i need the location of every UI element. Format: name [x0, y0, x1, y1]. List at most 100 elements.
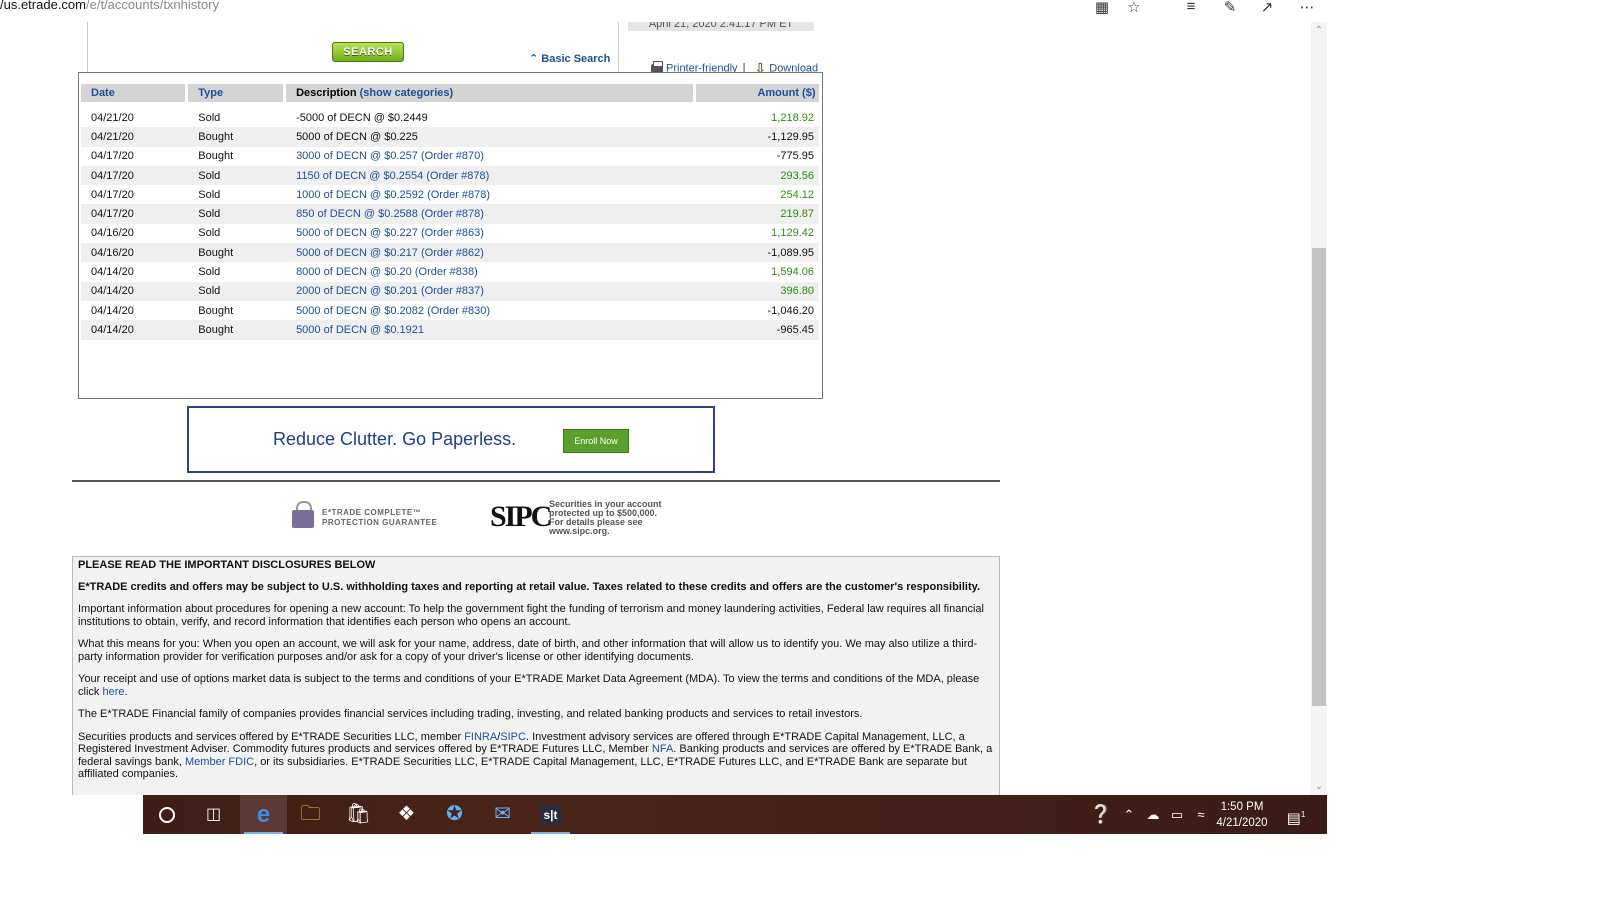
action-center-icon[interactable]: ▤1	[1283, 795, 1309, 834]
transaction-amount: 1,218.92	[771, 111, 814, 124]
transaction-date: 04/14/20	[81, 281, 187, 301]
st-app-icon[interactable]: s|t	[527, 795, 574, 834]
favorites-list-icon[interactable]: ≡	[1181, 0, 1201, 15]
sipc-link[interactable]: SIPC	[500, 731, 526, 743]
help-question-icon[interactable]: ❔	[1088, 795, 1114, 834]
taskbar-blank-area	[0, 795, 143, 834]
transaction-type: Sold	[186, 281, 285, 301]
paperless-message: Reduce Clutter. Go Paperless.	[273, 429, 517, 449]
transaction-description: 5000 of DECN @ $0.225	[284, 127, 695, 147]
onedrive-cloud-icon[interactable]: ☁	[1143, 795, 1163, 834]
transaction-amount: 254.12	[780, 188, 814, 201]
taskbar-clock[interactable]: 1:50 PM 4/21/2020	[1212, 799, 1272, 831]
transaction-rows: 04/21/20 Sold -5000 of DECN @ $0.2449 1,218…	[81, 102, 819, 340]
annotate-pen-icon[interactable]: ✎	[1220, 0, 1240, 16]
disclosure-market-data: Your receipt and use of options market d…	[78, 673, 980, 698]
transaction-description[interactable]: 850 of DECN @ $0.2588 (Order #878)	[284, 204, 695, 224]
task-view-icon[interactable]: ◫	[190, 795, 237, 834]
show-categories-link[interactable]: (show categories)	[360, 87, 454, 99]
scrollbar-thumb[interactable]	[1312, 248, 1326, 706]
securities-text-a: Securities products and services offered…	[78, 730, 462, 743]
finra-link[interactable]: FINRA	[464, 731, 497, 743]
transaction-type: Bought	[186, 243, 285, 263]
transaction-description[interactable]: 5000 of DECN @ $0.227 (Order #863)	[285, 224, 695, 243]
transaction-date: 04/16/20	[91, 227, 134, 240]
transaction-date: 04/14/20	[81, 320, 187, 340]
disclosure-identification: What this means for you: When you open a…	[78, 638, 978, 663]
transaction-description[interactable]: 5000 of DECN @ $0.217 (Order #862)	[284, 243, 695, 263]
transaction-type: Sold	[198, 266, 221, 279]
protection-guarantee-logo: E*TRADE COMPLETE™ PROTECTION GUARANTEE	[292, 499, 452, 531]
disclosure-credits: E*TRADE credits and offers may be subjec…	[78, 580, 980, 593]
url-field[interactable]: /us.etrade.com/e/t/accounts/txnhistory	[0, 0, 219, 12]
transaction-description[interactable]: 3000 of DECN @ $0.257 (Order #870)	[285, 147, 695, 166]
description-header-label: Description	[296, 87, 357, 99]
scroll-down-arrow-icon[interactable]: ⌄	[1311, 780, 1327, 794]
transaction-description[interactable]: 5000 of DECN @ $0.2082 (Order #830)	[285, 301, 695, 320]
more-menu-icon[interactable]: ⋯	[1297, 0, 1317, 16]
table-row: 04/17/20 Bought 3000 of DECN @ $0.257 (Ord…	[81, 147, 819, 166]
disclosure-account-opening: Important information about procedures f…	[78, 603, 984, 628]
member-fdic-link[interactable]: Member FDIC	[185, 756, 254, 768]
transaction-type: Sold	[186, 204, 285, 224]
show-hidden-icons-chevron-icon[interactable]: ⌃	[1120, 795, 1138, 834]
lightning-app-icon[interactable]: ✪	[431, 795, 478, 834]
sipc-logo[interactable]: SIPC Securities in your account protecte…	[490, 498, 690, 538]
date-column-header[interactable]: Date	[81, 84, 189, 102]
guarantee-line-1: E*TRADE COMPLETE™	[322, 508, 422, 517]
transaction-type: Bought	[198, 150, 234, 163]
browser-address-bar: /us.etrade.com/e/t/accounts/txnhistory ▦…	[0, 0, 1327, 22]
cortana-circle-icon[interactable]	[143, 795, 190, 834]
transaction-amount: 293.56	[694, 165, 819, 186]
wifi-icon[interactable]: ≈	[1192, 795, 1210, 834]
table-row: 04/16/20 Sold 5000 of DECN @ $0.227 (Order…	[81, 224, 819, 243]
transaction-date: 04/14/20	[91, 304, 134, 317]
transaction-type: Bought	[198, 304, 234, 317]
transaction-amount: -1,129.95	[694, 127, 819, 147]
section-divider	[72, 480, 1000, 482]
transaction-date: 04/16/20	[81, 243, 187, 263]
share-icon[interactable]: ↗	[1257, 0, 1277, 16]
disclosure-securities: Securities products and services offered…	[78, 731, 993, 781]
favorite-star-icon[interactable]: ☆	[1124, 0, 1144, 16]
transaction-description[interactable]: 8000 of DECN @ $0.20 (Order #838)	[285, 262, 695, 281]
url-domain: /us.etrade.com	[0, 0, 86, 12]
padlock-icon	[292, 501, 314, 528]
type-column-header[interactable]: Type	[186, 84, 287, 102]
transaction-amount: -1,089.95	[694, 243, 819, 263]
advanced-search-panel: SEARCH ⌃ Basic Search	[87, 22, 619, 75]
scroll-up-arrow-icon[interactable]: ⌃	[1311, 24, 1327, 38]
transaction-amount: 1,129.42	[771, 227, 814, 240]
enroll-now-button[interactable]: Enroll Now	[563, 429, 629, 453]
file-explorer-icon[interactable]: 🗀	[287, 795, 334, 834]
url-path: /e/t/accounts/txnhistory	[86, 0, 219, 12]
transaction-description[interactable]: 1000 of DECN @ $0.2592 (Order #878)	[285, 185, 695, 204]
st-app-label: s|t	[539, 804, 562, 825]
transaction-table: Date Type Description (show categories) …	[81, 84, 820, 340]
transaction-date: 04/21/20	[91, 111, 134, 124]
nfa-link[interactable]: NFA	[652, 743, 673, 755]
notification-count: 1	[1300, 810, 1306, 819]
mail-envelope-icon[interactable]: ✉	[479, 795, 526, 834]
transaction-amount: 1,594.06	[771, 266, 814, 279]
mda-here-link[interactable]: here	[102, 686, 124, 698]
basic-search-link[interactable]: ⌃ Basic Search	[529, 52, 610, 65]
edge-browser-icon[interactable]: e	[240, 795, 287, 834]
transaction-description[interactable]: 5000 of DECN @ $0.1921	[284, 320, 695, 340]
as-of-timestamp: April 21, 2020 2:41:17 PM ET	[628, 22, 814, 31]
search-button[interactable]: SEARCH	[332, 42, 404, 62]
battery-icon[interactable]: ▭	[1167, 795, 1187, 834]
description-column-header: Description (show categories)	[284, 84, 697, 102]
guarantee-text: E*TRADE COMPLETE™ PROTECTION GUARANTEE	[322, 508, 437, 528]
table-row: 04/17/20 Sold 1000 of DECN @ $0.2592 (Orde…	[81, 185, 819, 204]
transaction-date: 04/17/20	[81, 204, 187, 224]
dropbox-icon[interactable]: ❖	[383, 795, 430, 834]
transaction-date: 04/21/20	[81, 127, 187, 147]
transaction-description[interactable]: 2000 of DECN @ $0.201 (Order #837)	[284, 281, 695, 301]
market-data-text: Your receipt and use of options market d…	[78, 673, 980, 698]
reading-view-icon[interactable]: ▦	[1092, 0, 1112, 16]
transaction-amount: -775.95	[776, 150, 814, 163]
transaction-description[interactable]: 1150 of DECN @ $0.2554 (Order #878)	[284, 165, 695, 186]
store-bag-icon[interactable]: 🛍	[335, 795, 382, 834]
amount-column-header[interactable]: Amount ($)	[694, 84, 819, 102]
